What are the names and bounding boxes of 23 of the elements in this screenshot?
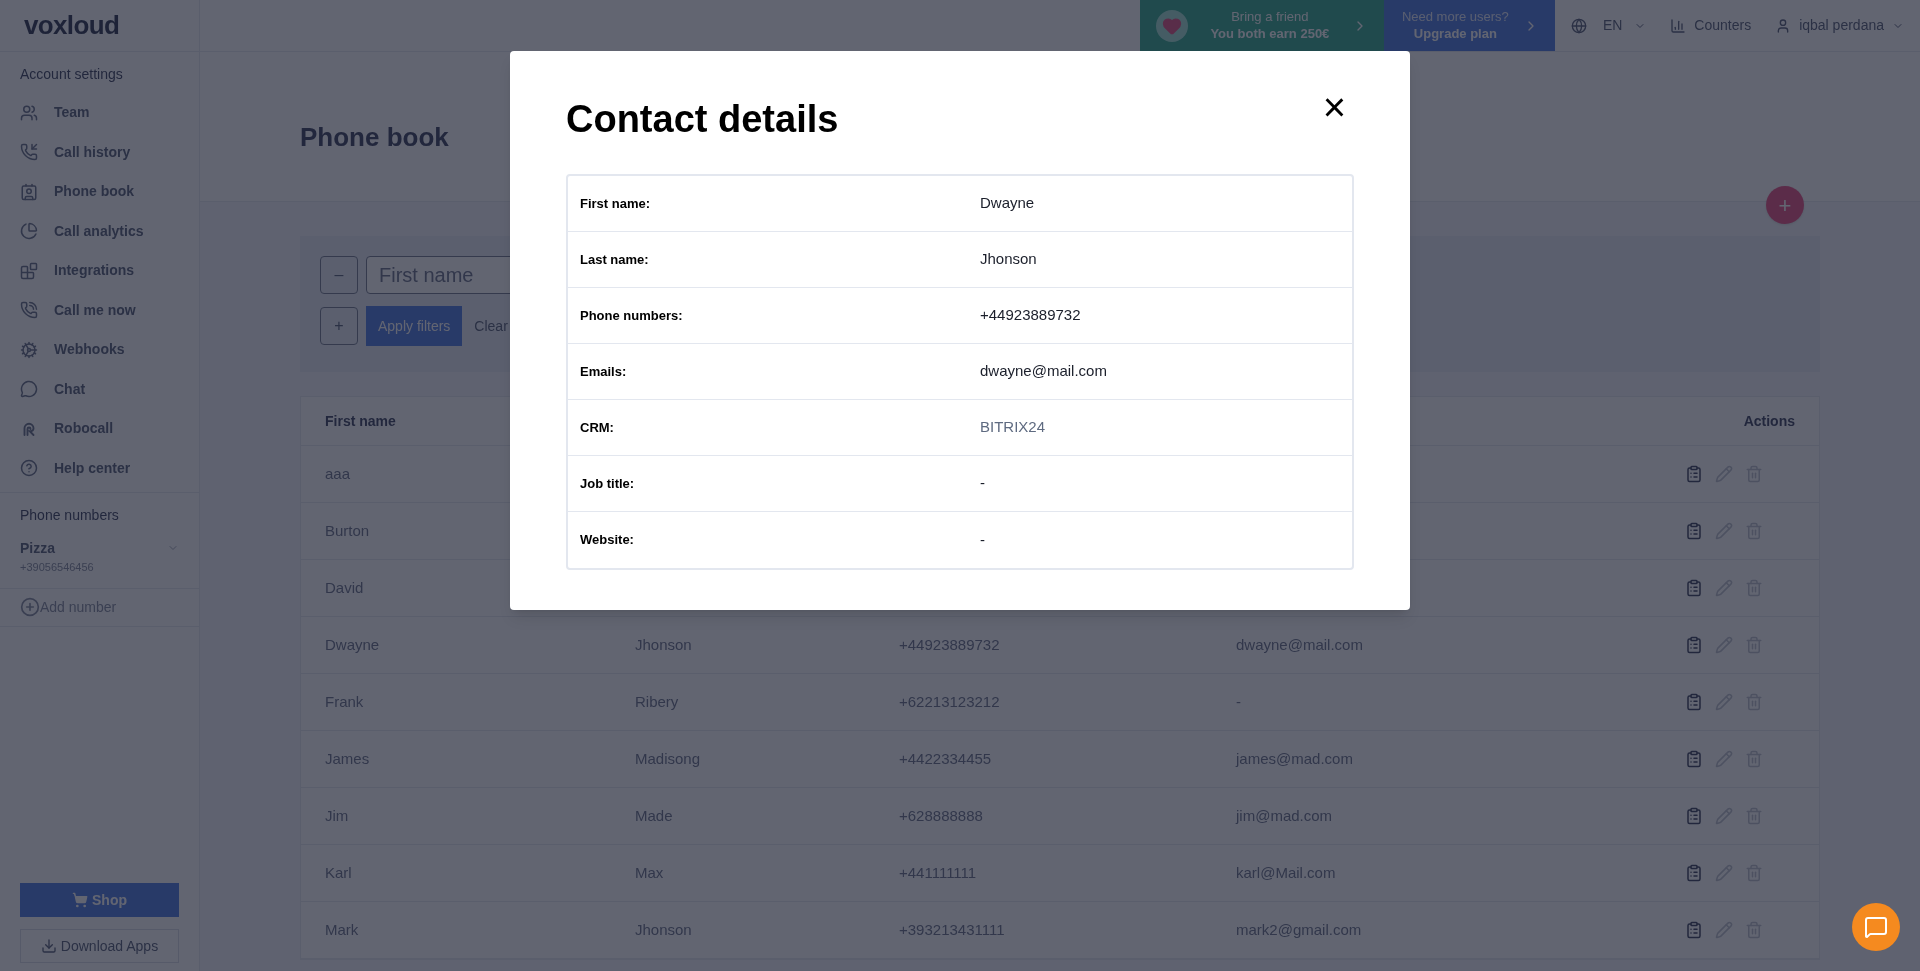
column-header: Actions bbox=[1743, 411, 1795, 431]
chat-icon bbox=[1864, 915, 1888, 939]
field-label: First name: bbox=[580, 194, 652, 213]
field-label: Job title: bbox=[580, 474, 636, 493]
field-label: Emails: bbox=[580, 362, 628, 381]
field-label: CRM: bbox=[580, 418, 615, 437]
field-value: - bbox=[980, 529, 986, 550]
page-title: Phone book bbox=[300, 121, 449, 154]
field-value: +44923889732 bbox=[980, 305, 1082, 326]
field-value: dwayne@mail.com bbox=[980, 361, 1108, 382]
field-label: Website: bbox=[580, 531, 635, 550]
table-cell-text: - bbox=[1236, 691, 1241, 712]
section-title: Phone numbers bbox=[19, 506, 120, 525]
dialog-title: Contact details bbox=[566, 97, 839, 142]
section-title: Account settings bbox=[19, 65, 124, 84]
field-value: Dwayne bbox=[980, 193, 1036, 214]
field-label: Phone numbers: bbox=[580, 306, 684, 325]
column-header: First name bbox=[325, 411, 396, 431]
close-button[interactable]: × bbox=[1322, 87, 1346, 127]
crm-link[interactable]: BITRIX24 bbox=[980, 416, 1340, 439]
field-value: - bbox=[980, 473, 986, 494]
field-label: Last name: bbox=[580, 250, 650, 269]
field-value: Jhonson bbox=[980, 249, 1038, 270]
